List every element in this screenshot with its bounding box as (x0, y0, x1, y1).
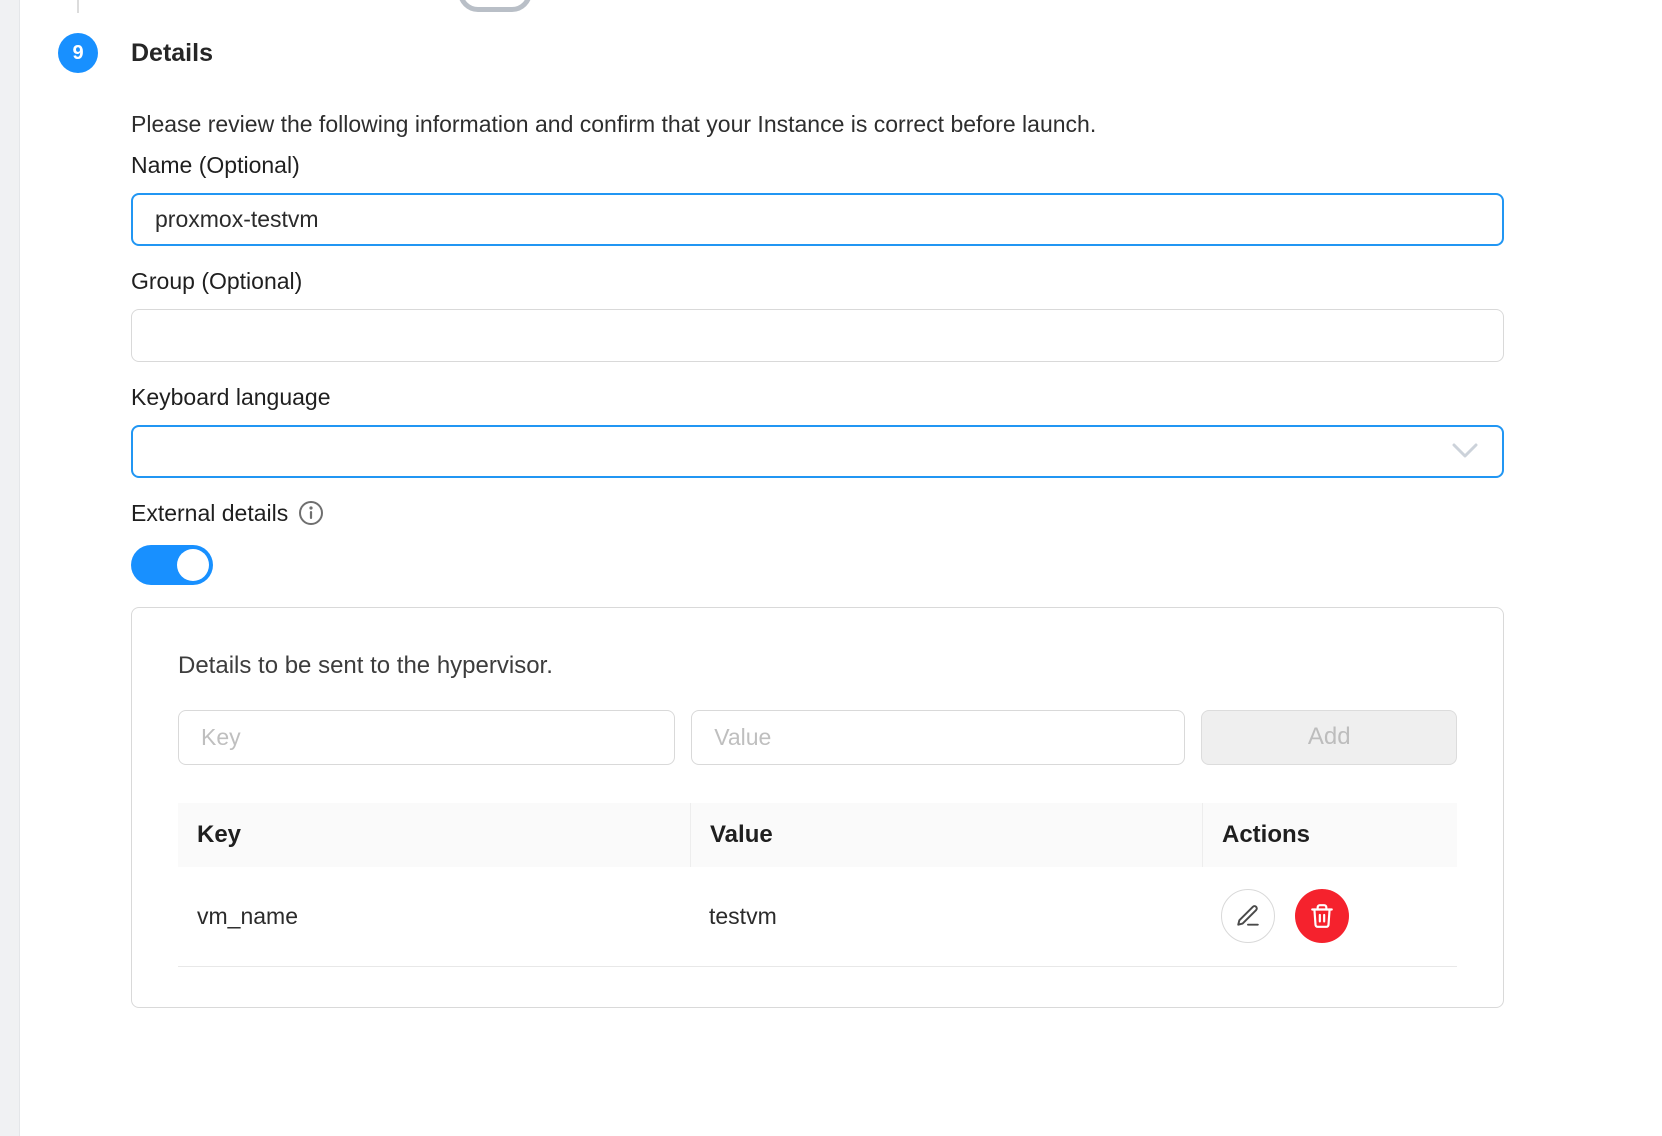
hypervisor-panel-description: Details to be sent to the hypervisor. (178, 652, 1457, 680)
table-header-value: Value (690, 803, 1202, 867)
external-details-label: External details (131, 500, 288, 527)
step-content: Please review the following information … (131, 110, 1504, 1008)
chevron-down-icon (1452, 443, 1478, 459)
table-header-row: Key Value Actions (178, 803, 1457, 867)
external-details-toggle[interactable] (131, 545, 213, 585)
pencil-icon (1235, 903, 1261, 929)
row-actions-cell (1202, 889, 1457, 943)
toggle-knob (177, 549, 209, 581)
table-header-actions: Actions (1202, 803, 1457, 867)
edit-button[interactable] (1221, 889, 1275, 943)
table-row: vm_name testvm (178, 867, 1457, 967)
key-input[interactable] (178, 710, 675, 765)
details-step-page: 9 Details Please review the following in… (0, 0, 1662, 1136)
value-input[interactable] (691, 710, 1185, 765)
add-button[interactable]: Add (1201, 710, 1457, 765)
step-number-badge: 9 (58, 33, 98, 73)
group-input[interactable] (131, 309, 1504, 362)
keyboard-language-label: Keyboard language (131, 384, 1504, 411)
table-header-key: Key (178, 803, 690, 867)
step-header: 9 Details (58, 33, 213, 73)
stepper-connector-line (77, 0, 79, 13)
page-left-edge (0, 0, 20, 1136)
trash-icon (1309, 903, 1335, 929)
delete-button[interactable] (1295, 889, 1349, 943)
previous-step-toggle-partial[interactable] (458, 0, 532, 12)
row-value-cell: testvm (690, 903, 1202, 930)
details-table: Key Value Actions vm_name testvm (178, 803, 1457, 967)
name-field-label: Name (Optional) (131, 152, 1504, 179)
keyboard-language-select[interactable] (131, 425, 1504, 478)
step-title: Details (131, 39, 213, 68)
name-input[interactable] (131, 193, 1504, 246)
row-key-cell: vm_name (178, 903, 690, 930)
review-instructions-text: Please review the following information … (131, 110, 1504, 140)
info-icon[interactable] (298, 500, 324, 526)
group-field-label: Group (Optional) (131, 268, 1504, 295)
hypervisor-details-panel: Details to be sent to the hypervisor. Ad… (131, 607, 1504, 1008)
key-value-entry-row: Add (178, 710, 1457, 765)
external-details-label-row: External details (131, 500, 1504, 527)
